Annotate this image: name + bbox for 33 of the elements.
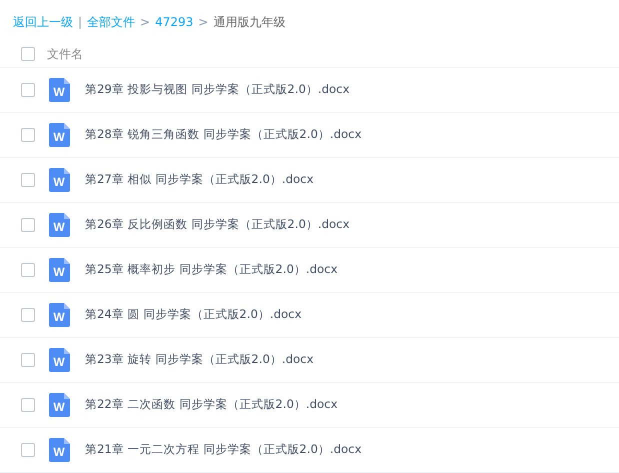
column-header[interactable]: 文件名 xyxy=(47,44,83,62)
word-document-icon: W xyxy=(49,393,70,417)
breadcrumb-current: 通用版九年级 xyxy=(213,14,286,30)
word-document-icon: W xyxy=(49,258,70,282)
checkbox[interactable] xyxy=(21,263,35,277)
checkbox[interactable] xyxy=(21,308,35,322)
file-name[interactable]: 第29章 投影与视图 同步学案（正式版2.0）.docx xyxy=(85,81,350,99)
file-name[interactable]: 第24章 圆 同步学案（正式版2.0）.docx xyxy=(85,306,302,324)
checkbox[interactable] xyxy=(21,173,35,187)
file-name[interactable]: 第25章 概率初步 同步学案（正式版2.0）.docx xyxy=(85,261,338,279)
word-document-icon: W xyxy=(49,123,70,147)
word-document-icon: W xyxy=(49,168,70,192)
checkbox[interactable] xyxy=(21,83,35,97)
checkbox[interactable] xyxy=(21,443,35,457)
checkbox[interactable] xyxy=(21,46,35,60)
file-name[interactable]: 第22章 二次函数 同步学案（正式版2.0）.docx xyxy=(85,396,338,414)
word-document-icon: W xyxy=(49,303,70,327)
checkbox[interactable] xyxy=(21,128,35,142)
file-name[interactable]: 第26章 反比例函数 同步学案（正式版2.0）.docx xyxy=(85,216,350,234)
file-name[interactable]: 第23章 旋转 同步学案（正式版2.0）.docx xyxy=(85,351,314,369)
word-document-icon: W xyxy=(49,348,70,372)
checkbox[interactable] xyxy=(21,218,35,232)
word-document-icon: W xyxy=(49,438,70,462)
file-name[interactable]: 第21章 一元二次方程 同步学案（正式版2.0）.docx xyxy=(85,441,362,459)
checkbox[interactable] xyxy=(21,353,35,367)
breadcrumb-separator: | xyxy=(78,14,82,30)
breadcrumb-separator: > xyxy=(198,14,208,30)
file-name[interactable]: 第27章 相似 同步学案（正式版2.0）.docx xyxy=(85,171,314,189)
word-document-icon: W xyxy=(49,78,70,102)
word-document-icon: W xyxy=(49,213,70,237)
breadcrumb-separator: > xyxy=(140,14,150,30)
file-name[interactable]: 第28章 锐角三角函数 同步学案（正式版2.0）.docx xyxy=(85,126,362,144)
checkbox[interactable] xyxy=(21,398,35,412)
